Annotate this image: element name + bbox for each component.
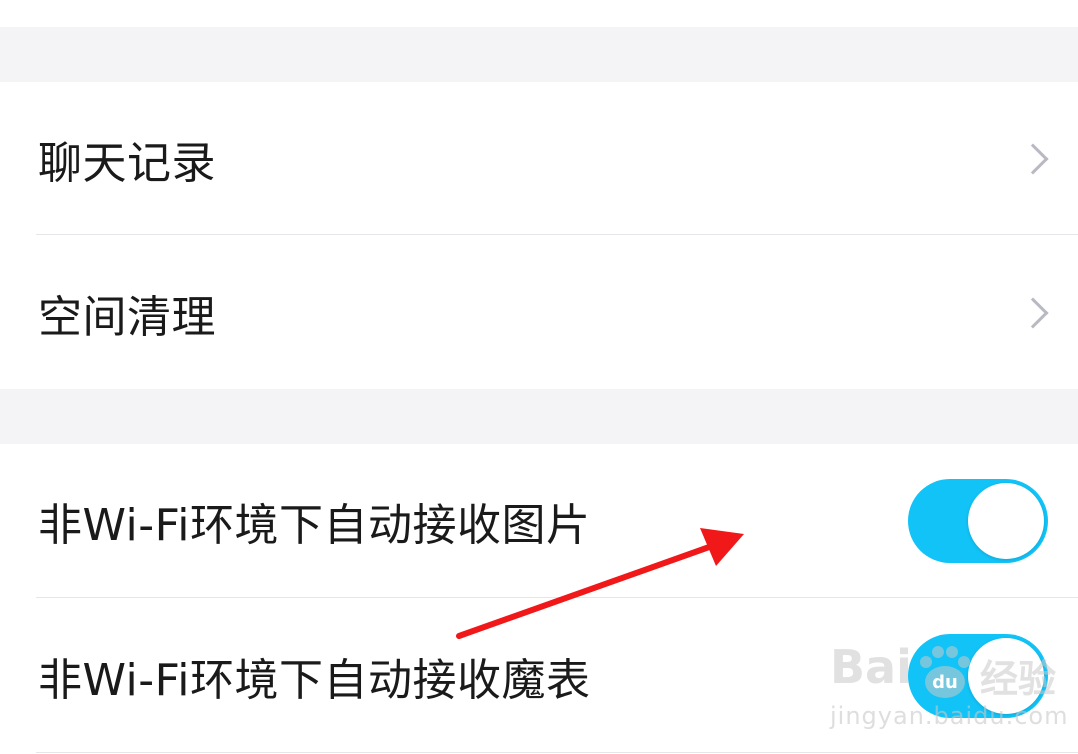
chevron-right-icon xyxy=(1017,142,1049,175)
section-gap xyxy=(0,389,1078,444)
divider xyxy=(36,234,1078,235)
settings-item-label: 非Wi-Fi环境下自动接收图片 xyxy=(38,499,591,551)
toggle-knob xyxy=(968,637,1044,714)
settings-item-label: 空间清理 xyxy=(38,291,216,343)
chevron-right-icon xyxy=(1017,296,1049,329)
top-strip xyxy=(0,0,1078,27)
settings-item-label: 非Wi-Fi环境下自动接收魔表 xyxy=(38,654,591,706)
settings-item-label: 聊天记录 xyxy=(38,137,216,189)
settings-item-auto-receive-magic-masks: 非Wi-Fi环境下自动接收魔表 xyxy=(0,599,1078,752)
toggle-auto-receive-images[interactable] xyxy=(908,478,1048,563)
section-gap xyxy=(0,27,1078,82)
toggle-auto-receive-magic-masks[interactable] xyxy=(908,633,1048,718)
settings-item-chat-history[interactable]: 聊天记录 xyxy=(0,82,1078,235)
settings-item-auto-receive-images: 非Wi-Fi环境下自动接收图片 xyxy=(0,444,1078,597)
settings-page: 聊天记录 空间清理 非Wi-Fi环境下自动接收图片 非Wi-Fi环境下自动接收魔… xyxy=(0,0,1078,754)
divider xyxy=(36,752,1078,753)
toggle-knob xyxy=(968,482,1044,559)
settings-item-storage-cleanup[interactable]: 空间清理 xyxy=(0,236,1078,389)
divider xyxy=(36,597,1078,598)
